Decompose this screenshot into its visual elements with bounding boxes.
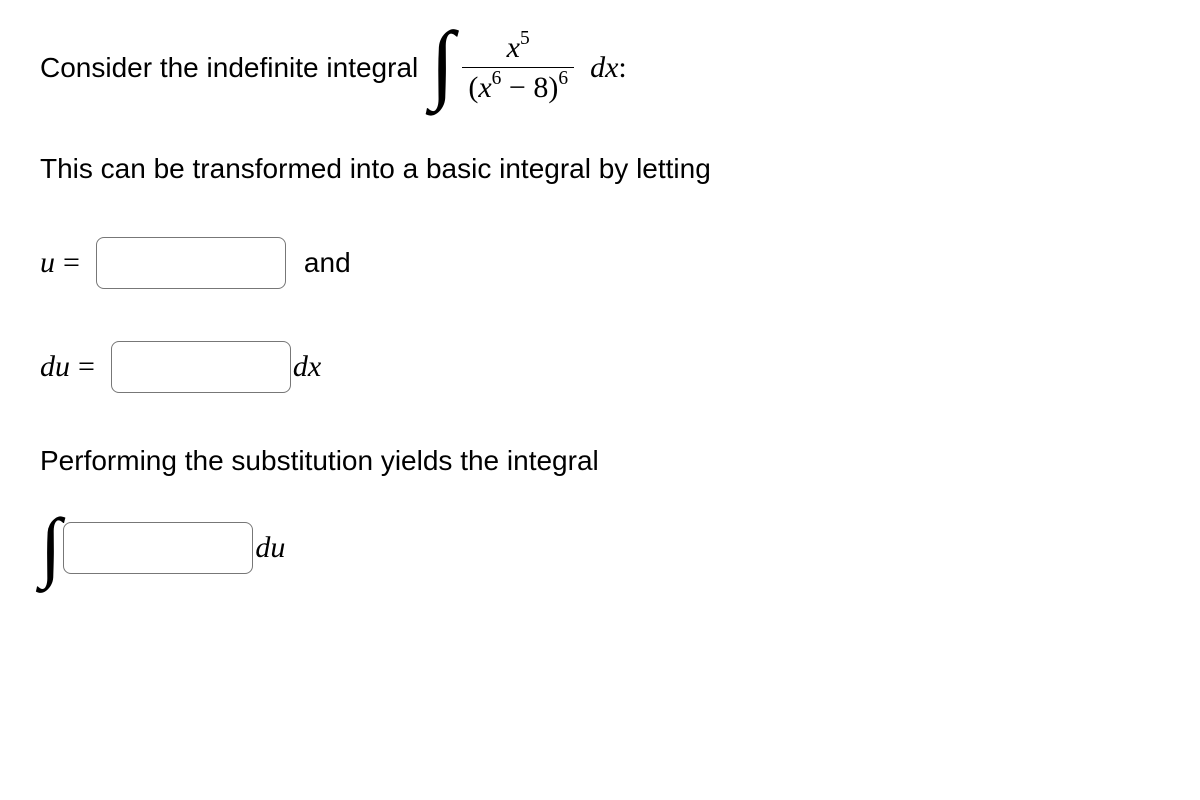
final-integral-row: ∫ du [40, 521, 1160, 576]
fraction: x5 (x6 − 8)6 [462, 30, 574, 105]
denom-exp-inner: 6 [492, 68, 502, 89]
equals-sign-u: = [63, 246, 80, 280]
denom-exp-outer: 6 [558, 68, 568, 89]
denom-const: 8 [533, 71, 548, 104]
consider-text: Consider the indefinite integral [40, 52, 418, 84]
denom-close: ) [548, 71, 558, 104]
integral-symbol: ∫ [430, 33, 454, 95]
denominator: (x6 − 8)6 [462, 67, 574, 105]
integrand-input[interactable] [63, 522, 253, 574]
perform-text: Performing the substitution yields the i… [40, 445, 1160, 477]
u-substitution-row: u = and [40, 237, 1160, 289]
and-text: and [304, 247, 351, 279]
du-input[interactable] [111, 341, 291, 393]
u-label: u [40, 246, 55, 280]
transform-text: This can be transformed into a basic int… [40, 153, 1160, 185]
integral-symbol-result: ∫ [40, 519, 61, 574]
equals-sign-du: = [78, 350, 95, 384]
dx-text: dx [590, 51, 618, 84]
denom-minus: − [501, 71, 533, 104]
denom-var: x [478, 71, 491, 104]
numerator: x5 [501, 30, 536, 67]
numerator-exp: 5 [520, 28, 530, 49]
colon-text: : [618, 51, 626, 84]
u-input[interactable] [96, 237, 286, 289]
du-result-label: du [255, 531, 285, 565]
du-label: du [40, 350, 70, 384]
dx-label: dx [293, 350, 321, 384]
numerator-var: x [507, 31, 520, 64]
denom-open: ( [468, 71, 478, 104]
integral-expression: ∫ x5 (x6 − 8)6 dx: [430, 30, 627, 105]
du-row: du = dx [40, 341, 1160, 393]
problem-statement-line1: Consider the indefinite integral ∫ x5 (x… [40, 30, 1160, 105]
dx-colon: dx: [590, 51, 627, 85]
